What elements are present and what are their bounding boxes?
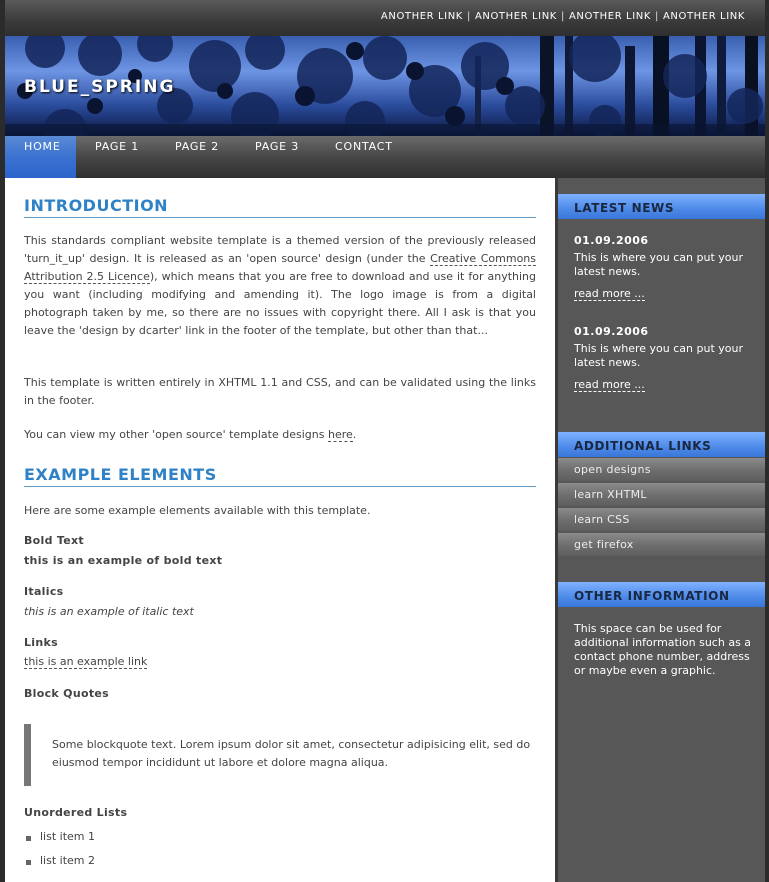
top-link-3[interactable]: ANOTHER LINK xyxy=(569,11,651,22)
read-more-link[interactable]: read more ... xyxy=(574,378,645,392)
news-date: 01.09.2006 xyxy=(574,325,649,338)
menu-item-contact[interactable]: CONTACT xyxy=(335,136,393,178)
unordered-lists-title: Unordered Lists xyxy=(24,806,128,819)
sidebar-link-learn-css[interactable]: learn CSS xyxy=(558,508,765,531)
top-link-separator: | xyxy=(466,11,471,22)
top-link-2[interactable]: ANOTHER LINK xyxy=(475,11,557,22)
bold-title: Bold Text xyxy=(24,534,84,547)
news-text: This is where you can put your latest ne… xyxy=(574,251,744,278)
top-link-separator: | xyxy=(560,11,565,22)
bold-example: this is an example of bold text xyxy=(24,554,223,567)
sidebar: LATEST NEWS 01.09.2006 This is where you… xyxy=(555,178,765,882)
other-information-text: This space can be used for additional in… xyxy=(574,622,752,677)
header-banner: BLUE_SPRING xyxy=(5,36,765,136)
italics-title: Italics xyxy=(24,585,64,598)
menu-item-page-2[interactable]: PAGE 2 xyxy=(175,136,219,178)
examples-intro: Here are some example elements available… xyxy=(24,504,371,517)
list-item-text: list item 1 xyxy=(40,830,95,843)
top-link-4[interactable]: ANOTHER LINK xyxy=(663,11,745,22)
sidebar-link-get-firefox[interactable]: get firefox xyxy=(558,533,765,556)
top-links: ANOTHER LINK | ANOTHER LINK | ANOTHER LINK | A… xyxy=(381,11,745,22)
list-item: list item 2 xyxy=(24,854,95,867)
intro-paragraph-3: You can view my other 'open source' temp… xyxy=(24,426,536,444)
examples-heading: EXAMPLE ELEMENTS xyxy=(24,465,536,487)
sidebar-link-learn-xhtml[interactable]: learn XHTML xyxy=(558,483,765,506)
main-menu: HOME PAGE 1 PAGE 2 PAGE 3 CONTACT xyxy=(5,136,765,178)
blockquote: Some blockquote text. Lorem ipsum dolor … xyxy=(24,724,536,786)
designs-here-link[interactable]: here xyxy=(327,428,353,442)
example-link[interactable]: this is an example link xyxy=(24,655,148,669)
read-more-link[interactable]: read more ... xyxy=(574,287,645,301)
intro-paragraph-2: This template is written entirely in XHT… xyxy=(24,376,536,407)
site-logo[interactable]: BLUE_SPRING xyxy=(24,77,175,97)
menu-item-home[interactable]: HOME xyxy=(5,136,76,178)
links-title: Links xyxy=(24,636,58,649)
list-item: list item 1 xyxy=(24,830,95,843)
news-text: This is where you can put your latest ne… xyxy=(574,342,744,369)
additional-links-heading: ADDITIONAL LINKS xyxy=(558,432,765,457)
intro-text: You can view my other 'open source' temp… xyxy=(24,428,328,441)
page: ANOTHER LINK | ANOTHER LINK | ANOTHER LINK | A… xyxy=(5,0,765,882)
top-link-separator: | xyxy=(654,11,659,22)
blockquotes-title: Block Quotes xyxy=(24,687,109,700)
menu-item-page-3[interactable]: PAGE 3 xyxy=(255,136,299,178)
top-bar: ANOTHER LINK | ANOTHER LINK | ANOTHER LINK | A… xyxy=(5,0,765,36)
other-information-heading: OTHER INFORMATION xyxy=(558,582,765,607)
latest-news-heading: LATEST NEWS xyxy=(558,194,765,219)
top-link-1[interactable]: ANOTHER LINK xyxy=(381,11,463,22)
intro-heading: INTRODUCTION xyxy=(24,196,536,218)
italic-example: this is an example of italic text xyxy=(24,605,194,618)
sidebar-link-open-designs[interactable]: open designs xyxy=(558,458,765,481)
intro-paragraph-1: This standards compliant website templat… xyxy=(24,232,537,340)
list-item-text: list item 2 xyxy=(40,854,95,867)
intro-text: . xyxy=(352,428,357,441)
news-date: 01.09.2006 xyxy=(574,234,649,247)
menu-item-page-1[interactable]: PAGE 1 xyxy=(95,136,139,178)
